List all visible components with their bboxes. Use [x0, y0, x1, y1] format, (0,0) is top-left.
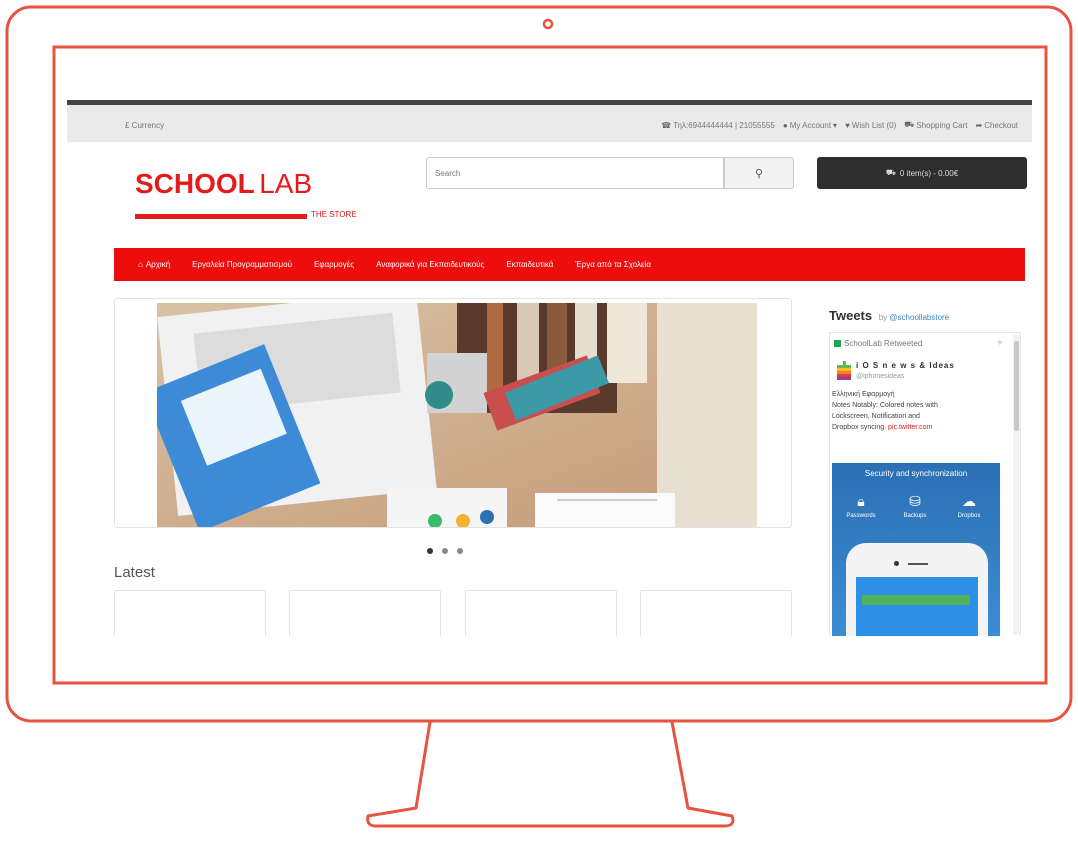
phone-camera	[894, 561, 899, 566]
logo-lab: LAB	[259, 168, 313, 199]
tweet-text: Ελληνική Εφαρμογή Notes Notably: Colored…	[832, 389, 1002, 433]
tweet-text-line: Ελληνική Εφαρμογή	[832, 391, 895, 398]
tweet-author-name[interactable]: i O S n e w s & Ideas	[856, 361, 955, 370]
twitter-bird-icon: ✦	[995, 338, 1004, 349]
media-feature: ☁ Dropbox	[944, 493, 994, 519]
search-button[interactable]: ⚲	[724, 157, 794, 189]
nav-educational[interactable]: Εκπαιδευτικά	[506, 260, 553, 269]
my-account-label: My Account	[789, 120, 832, 130]
phone-link[interactable]: ☎ Τηλ:6944444444 | 21055555	[661, 120, 775, 130]
phone-speaker	[908, 563, 928, 565]
main-nav: ⌂ Αρχική Εργαλεία Προγραμματισμού Εφαρμογ…	[114, 248, 1025, 281]
product-card[interactable]	[640, 590, 792, 636]
search-icon: ⚲	[754, 167, 764, 180]
phone-screen	[856, 577, 978, 636]
cart-button[interactable]: ⛟ 0 item(s) - 0.00€	[817, 157, 1027, 189]
tweet-text-line: Notes Notably: Colored notes with	[832, 402, 938, 409]
logo-tagline: THE STORE	[311, 210, 357, 219]
nav-apps[interactable]: Εφαρμογές	[314, 260, 354, 269]
phone-screen-row	[862, 595, 970, 605]
retweet-icon	[834, 340, 841, 347]
search-input[interactable]	[426, 157, 724, 189]
tweet-pic-link[interactable]: pic.twitter.com	[888, 424, 932, 431]
twitter-widget: Tweets by @schoollabstore SchoolLab Retw…	[829, 308, 1021, 636]
retweet-user: SchoolLab Retweeted	[844, 339, 923, 348]
tweets-heading: Tweets by @schoollabstore	[829, 308, 1021, 323]
media-feature-label: Passwords	[846, 513, 876, 519]
media-feature: ⛁ Backups	[890, 493, 940, 519]
logo-school: SCHOOL	[135, 168, 255, 199]
product-card[interactable]	[465, 590, 617, 636]
cart-icon: ⛟	[904, 120, 915, 129]
nav-programming-tools[interactable]: Εργαλεία Προγραμματισμού	[192, 260, 292, 269]
shopping-cart-label: Shopping Cart	[916, 120, 968, 130]
home-icon: ⌂	[138, 260, 143, 269]
tweet-scrollbar[interactable]	[1013, 335, 1020, 635]
logo-underline	[135, 214, 307, 219]
tweets-by-prefix: by	[878, 313, 888, 322]
tweets-title: Tweets	[829, 308, 873, 323]
tweets-by: by @schoollabstore	[879, 313, 949, 322]
media-feature-label: Backups	[903, 513, 927, 519]
tweet-author-handle[interactable]: @iphonesideas	[856, 373, 904, 380]
product-card[interactable]	[114, 590, 266, 636]
media-title: Security and synchronization	[864, 469, 968, 478]
top-links: ☎ Τηλ:6944444444 | 21055555 ● My Account ▾ …	[661, 120, 1018, 130]
tweets-handle-link[interactable]: @schoollabstore	[889, 313, 949, 322]
image-slider[interactable]	[114, 298, 792, 528]
checkout-label: Checkout	[984, 120, 1018, 130]
tweet-media-image[interactable]: Security and synchronization 🔒︎ Passwords…	[832, 463, 1000, 636]
media-feature: 🔒︎ Passwords	[836, 493, 886, 519]
browser-screen: £ Currency ☎ Τηλ:6944444444 | 21055555 ● M…	[67, 100, 1032, 636]
phone-icon: ☎	[661, 120, 672, 130]
desk-photo	[157, 303, 757, 527]
cart-total: 0 item(s) - 0.00€	[899, 168, 959, 178]
checkout-link[interactable]: ➦ Checkout	[976, 120, 1019, 130]
site-logo[interactable]: SCHOOL LAB THE STORE	[135, 168, 357, 219]
scrollbar-thumb[interactable]	[1014, 341, 1019, 431]
slider-dot[interactable]	[442, 548, 448, 554]
heart-icon: ♥	[845, 120, 850, 130]
wish-list-link[interactable]: ♥ Wish List (0)	[845, 120, 896, 130]
lock-icon: 🔒︎	[857, 493, 865, 509]
phone-image	[846, 543, 988, 636]
top-bar: £ Currency ☎ Τηλ:6944444444 | 21055555 ● M…	[67, 100, 1032, 142]
nav-home-label: Αρχική	[145, 260, 171, 269]
media-feature-label: Dropbox	[957, 513, 981, 519]
tweet-timeline[interactable]: SchoolLab Retweeted ✦ i O S n e w s & Id…	[829, 332, 1021, 636]
tweet-text-line: Dropbox syncing.	[832, 424, 887, 431]
nav-for-teachers[interactable]: Αναφορικά για Εκπαιδευτικούς	[376, 260, 484, 269]
shopping-cart-link[interactable]: ⛟ Shopping Cart	[904, 120, 967, 130]
share-icon: ➦	[975, 120, 983, 130]
apple-avatar-icon[interactable]	[836, 361, 852, 381]
retweet-line: SchoolLab Retweeted	[834, 339, 922, 348]
tweet-text-line: Lockscreen, Notification and	[832, 413, 920, 420]
slider-dots	[427, 548, 463, 554]
nav-home[interactable]: ⌂ Αρχική	[138, 260, 170, 269]
latest-heading: Latest	[114, 564, 155, 581]
slide-image	[157, 303, 757, 527]
wish-list-label: Wish List (0)	[851, 120, 897, 130]
cloud-icon: ☁	[962, 493, 976, 509]
search-group: ⚲	[426, 157, 794, 189]
slider-dot[interactable]	[427, 548, 433, 554]
caret-down-icon: ▾	[833, 120, 838, 130]
nav-school-projects[interactable]: Έργα από τα Σχολεία	[575, 260, 651, 269]
backup-icon: ⛁	[909, 493, 921, 509]
product-card[interactable]	[289, 590, 441, 636]
my-account-link[interactable]: ● My Account ▾	[783, 120, 837, 130]
currency-dropdown[interactable]: £ Currency	[125, 121, 164, 130]
slider-dot[interactable]	[457, 548, 463, 554]
cart-icon: ⛟	[885, 168, 896, 177]
phone-label: Τηλ:6944444444 | 21055555	[673, 120, 775, 130]
user-icon: ●	[782, 120, 788, 130]
